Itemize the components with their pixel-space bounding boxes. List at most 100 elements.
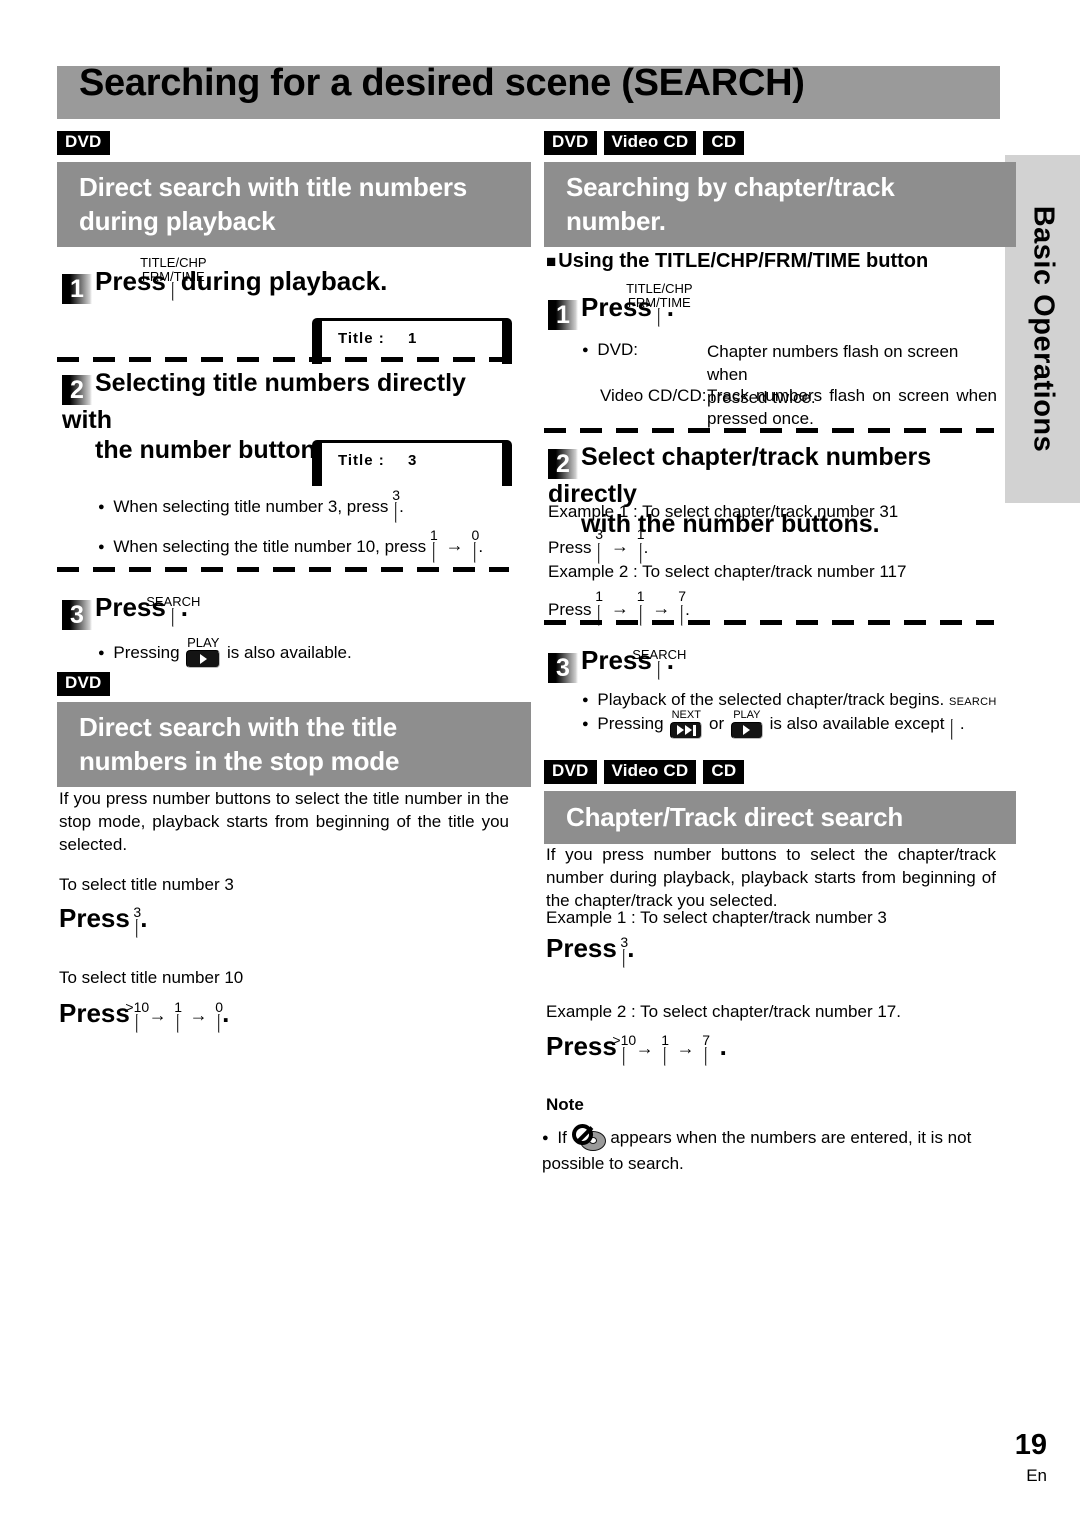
osd-title-display-2: Title : 3	[312, 440, 512, 486]
button-key[interactable]	[172, 608, 175, 627]
button-number-label: 1	[636, 526, 645, 542]
button-number-3[interactable]: 3	[620, 935, 628, 968]
button-cap: SEARCH	[146, 594, 201, 609]
page-title: Searching for a desired scene (SEARCH)	[79, 62, 805, 104]
badge-cd: CD	[703, 760, 745, 784]
left-example2-press-row: Press >10 → 1 → 0 .	[59, 998, 229, 1033]
arrow-icon: →	[676, 1038, 695, 1058]
bullet-after: is also available.	[227, 643, 352, 662]
button-search-inline[interactable]	[951, 719, 954, 740]
button-number-7[interactable]: 7	[702, 1033, 710, 1066]
press-label: Press	[548, 600, 592, 619]
divider-left-1	[57, 357, 509, 362]
button-number-label: 1	[636, 588, 645, 604]
left-step-3: 3 Press SEARCH .	[62, 592, 200, 630]
section-header-chapter-track-direct-search: Chapter/Track direct search	[544, 791, 1016, 844]
button-play[interactable]: PLAY	[730, 709, 763, 739]
button-number-label: 1	[661, 1032, 670, 1048]
button-key[interactable]	[730, 721, 763, 739]
step-badge-1: 1	[62, 274, 92, 304]
button-number-3[interactable]: 3	[133, 905, 141, 938]
button-title-chp-frm-time[interactable]: TITLE/CHP FRM/TIME	[140, 256, 207, 301]
step2-text-line1: Selecting title numbers directly with	[62, 369, 466, 434]
section-header-line1: Searching by chapter/track	[566, 172, 895, 202]
row-desc-line1: Track numbers flash on screen when	[707, 386, 997, 405]
step-badge-3: 3	[62, 600, 92, 630]
arrow-icon: →	[635, 1038, 654, 1058]
press-label: Press	[548, 538, 592, 557]
side-tab-basic-operations: Basic Operations	[1005, 155, 1080, 503]
button-over-10[interactable]: >10	[125, 1000, 149, 1033]
right-step3-bullet-2: Pressing NEXT or PLAY is also available …	[582, 709, 965, 740]
button-number-label: 3	[133, 904, 142, 920]
bullet1-trailing-cap: SEARCH	[948, 696, 997, 708]
bullet2-end: .	[959, 714, 965, 733]
button-key[interactable]: 7	[702, 1033, 710, 1066]
button-key[interactable]: 3	[620, 935, 628, 968]
bullet-text: Pressing	[113, 643, 180, 662]
right-step-3: 3 Press SEARCH .	[548, 645, 686, 683]
button-number-1[interactable]: 1	[174, 1000, 182, 1033]
button-key[interactable]	[658, 308, 661, 327]
note-title: Note	[546, 1095, 584, 1114]
button-next[interactable]: NEXT	[670, 709, 703, 739]
bullet2-text: Pressing	[597, 714, 664, 733]
button-key[interactable]: 3	[392, 488, 400, 523]
button-play[interactable]: PLAY	[186, 636, 221, 668]
button-number-3[interactable]: 3	[392, 488, 400, 523]
button-key[interactable]: 1	[661, 1033, 669, 1066]
next-icon-2	[684, 725, 692, 735]
button-key[interactable]	[658, 661, 661, 680]
button-cap-line2: FRM/TIME	[141, 268, 205, 284]
section-header-line1: Direct search with title numbers	[79, 172, 468, 202]
button-title-chp-frm-time[interactable]: TITLE/CHP FRM/TIME	[626, 282, 693, 327]
button-search[interactable]: SEARCH	[632, 648, 686, 680]
badge-cd: CD	[703, 131, 745, 155]
arrow-icon: →	[610, 598, 629, 618]
button-number-label: 0	[471, 527, 480, 543]
section-header-text: Chapter/Track direct search	[566, 802, 904, 832]
button-key[interactable]: >10	[125, 1000, 149, 1033]
right-step3-bullet-1: Playback of the selected chapter/track b…	[582, 690, 997, 710]
button-key[interactable]	[186, 650, 221, 668]
button-number-label: 3	[392, 487, 400, 503]
badge-video-cd: Video CD	[603, 760, 697, 784]
osd-title-label: Title :	[338, 330, 385, 347]
button-key[interactable]	[172, 282, 175, 301]
step-badge-1: 1	[548, 300, 578, 330]
button-over-10[interactable]: >10	[612, 1033, 636, 1066]
right-section2-example2-press: Press >10 → 1 → 7 .	[546, 1031, 727, 1066]
note-body: If appears when the numbers are entered,…	[542, 1124, 994, 1177]
button-key[interactable]: >10	[612, 1033, 636, 1066]
step-badge-2: 2	[62, 375, 92, 405]
button-number-0[interactable]: 0	[215, 1000, 223, 1033]
section-header-line2: numbers in the stop mode	[79, 746, 400, 776]
button-key[interactable]: 1	[430, 528, 438, 563]
button-key[interactable]: 0	[471, 528, 479, 563]
button-key[interactable]: 3	[133, 905, 141, 938]
page-number: 19	[1014, 1429, 1047, 1461]
button-number-1[interactable]: 1	[661, 1033, 669, 1066]
section-header-direct-search-title-playback: Direct search with title numbers during …	[57, 162, 531, 247]
button-key[interactable]: 1	[174, 1000, 182, 1033]
left-step-1: 1 Press TITLE/CHP FRM/TIME during playbac…	[62, 256, 387, 304]
right-step1-row2-term: Video CD/CD:	[600, 386, 707, 405]
button-key[interactable]: 0	[215, 1000, 223, 1033]
next-bar-icon	[692, 724, 696, 736]
step-badge-3: 3	[548, 653, 578, 683]
button-number-0[interactable]: 0	[471, 528, 479, 563]
step2-text-line1: Select chapter/track numbers directly	[548, 443, 932, 508]
right-subheading: Using the TITLE/CHP/FRM/TIME button	[546, 250, 928, 273]
row-desc-line1: Chapter numbers flash on screen when	[707, 342, 959, 384]
arrow-icon: →	[445, 535, 464, 555]
section-header-direct-search-stop-mode: Direct search with the title numbers in …	[57, 702, 531, 787]
play-icon	[199, 654, 207, 664]
button-key[interactable]	[670, 721, 703, 739]
bullet2-after: is also available except	[769, 714, 945, 733]
button-number-1[interactable]: 1	[430, 528, 438, 563]
left-example1-label: To select title number 3	[59, 875, 234, 894]
button-key[interactable]	[951, 719, 954, 740]
button-search[interactable]: SEARCH	[146, 595, 200, 627]
button-number-label: 3	[620, 934, 629, 950]
press-label: Press	[59, 903, 130, 933]
